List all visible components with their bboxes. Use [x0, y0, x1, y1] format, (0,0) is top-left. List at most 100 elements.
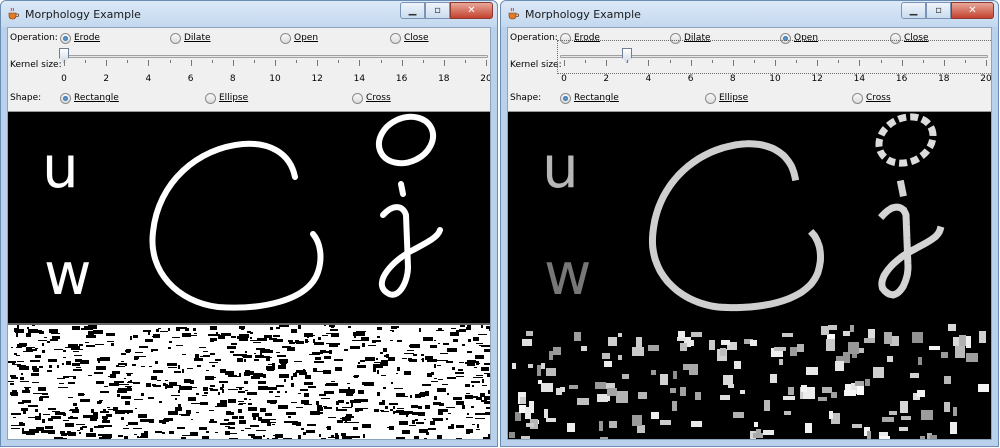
tick-label: 8 [729, 74, 736, 84]
tick-label: 8 [229, 74, 236, 84]
close-button[interactable]: ✕ [951, 2, 994, 19]
major-tick [443, 60, 445, 66]
radio-button-checked[interactable] [60, 92, 71, 104]
radio-label: Cross [866, 93, 891, 103]
slider-ticks: 0 2 4 6 8 10 12 14 16 18 20 [561, 60, 991, 84]
radio-button[interactable] [852, 92, 863, 104]
minor-tick [711, 60, 713, 63]
close-icon: ✕ [968, 5, 977, 16]
minor-tick [464, 60, 466, 63]
shape-row: Shape: Rectangle Ellipse Cross [508, 89, 991, 107]
major-tick [359, 60, 361, 66]
image-letter-u: u [542, 133, 579, 201]
radio-rectangle[interactable]: Rectangle [60, 92, 119, 104]
kernel-slider-area: Kernel size: 0 2 4 6 8 10 12 14 16 18 20 [508, 28, 991, 86]
minor-tick [964, 60, 966, 63]
handwritten-j-stroke [378, 181, 443, 298]
shape-label: Shape: [510, 93, 542, 103]
radio-cross[interactable]: Cross [852, 92, 891, 104]
major-tick [401, 60, 403, 66]
major-tick [732, 60, 734, 66]
tick-label: 10 [769, 74, 781, 84]
close-button[interactable]: ✕ [450, 2, 493, 19]
client-area: Operation: Erode Dilate Open Close Kerne… [7, 27, 491, 440]
minimize-button[interactable]: ▁ [901, 2, 926, 19]
major-tick [606, 60, 608, 66]
radio-cross[interactable]: Cross [352, 92, 391, 104]
tick-label: 4 [145, 74, 152, 84]
maximize-icon: ▫ [434, 5, 441, 16]
radio-button[interactable] [705, 92, 716, 104]
tick-label: 10 [269, 74, 281, 84]
minor-tick [922, 60, 924, 63]
tick-label: 16 [895, 74, 908, 84]
kernel-size-label: Kernel size: [10, 60, 62, 70]
minor-tick [169, 60, 171, 63]
minor-tick [880, 60, 882, 63]
image-letter-w: w [544, 240, 591, 308]
radio-rectangle[interactable]: Rectangle [560, 92, 619, 104]
major-tick [148, 60, 150, 66]
major-tick [775, 60, 776, 66]
radio-label: Ellipse [719, 93, 749, 103]
image-display: u w [8, 111, 490, 439]
image-display: u w [508, 111, 991, 439]
shape-row: Shape: Rectangle Ellipse Cross [8, 89, 490, 107]
window-title: Morphology Example [25, 8, 141, 21]
radio-label: Cross [366, 93, 391, 103]
radio-button-checked[interactable] [560, 92, 571, 104]
minor-tick [585, 60, 587, 63]
kernel-slider-area: Kernel size: 0 2 4 6 8 10 12 14 16 18 20 [8, 28, 490, 86]
tick-label: 12 [311, 74, 323, 84]
major-tick [859, 60, 861, 66]
minor-tick [127, 60, 129, 63]
major-tick [317, 60, 319, 66]
major-tick [943, 60, 945, 66]
tick-label: 14 [353, 74, 366, 84]
tick-label: 0 [561, 74, 567, 84]
kernel-size-label: Kernel size: [510, 60, 562, 70]
radio-label: Rectangle [74, 93, 119, 103]
radio-button[interactable] [352, 92, 363, 104]
radio-button[interactable] [205, 92, 216, 104]
minor-tick [85, 60, 87, 63]
handwritten-c-stroke [149, 140, 324, 311]
radio-label: Ellipse [219, 93, 249, 103]
maximize-button[interactable]: ▫ [926, 2, 951, 19]
radio-ellipse[interactable]: Ellipse [205, 92, 249, 104]
shape-label: Shape: [10, 93, 42, 103]
close-icon: ✕ [467, 5, 476, 16]
minor-tick [296, 60, 298, 63]
tick-label: 2 [103, 74, 110, 84]
opened-texture-blocks [509, 324, 989, 439]
window-title: Morphology Example [525, 8, 641, 21]
minor-tick [422, 60, 424, 63]
major-tick [817, 60, 819, 66]
radio-label: Rectangle [574, 93, 619, 103]
java-coffee-cup-icon [8, 7, 20, 20]
major-tick [64, 60, 65, 66]
major-tick [232, 60, 234, 66]
minor-tick [753, 60, 755, 63]
title-bar[interactable]: Morphology Example ▁ ▫ ✕ [501, 1, 998, 27]
maximize-button[interactable]: ▫ [425, 2, 450, 19]
major-tick [190, 60, 192, 66]
tick-label: 20 [980, 74, 992, 84]
slider-track[interactable] [60, 55, 488, 58]
major-tick [486, 60, 487, 66]
title-bar[interactable]: Morphology Example ▁ ▫ ✕ [1, 1, 497, 27]
major-tick [275, 60, 276, 66]
minor-tick [253, 60, 255, 63]
slider-ticks: 0 2 4 6 8 10 12 14 16 18 20 [61, 60, 490, 84]
minimize-button[interactable]: ▁ [400, 2, 425, 19]
image-letter-u: u [42, 133, 79, 201]
minimize-icon: ▁ [408, 5, 417, 16]
minor-tick [380, 60, 382, 63]
tick-label: 0 [61, 74, 67, 84]
morphology-result-image: u w [8, 113, 490, 439]
tick-label: 14 [853, 74, 866, 84]
major-tick [106, 60, 108, 66]
major-tick [648, 60, 650, 66]
java-coffee-cup-icon [508, 7, 520, 20]
radio-ellipse[interactable]: Ellipse [705, 92, 749, 104]
